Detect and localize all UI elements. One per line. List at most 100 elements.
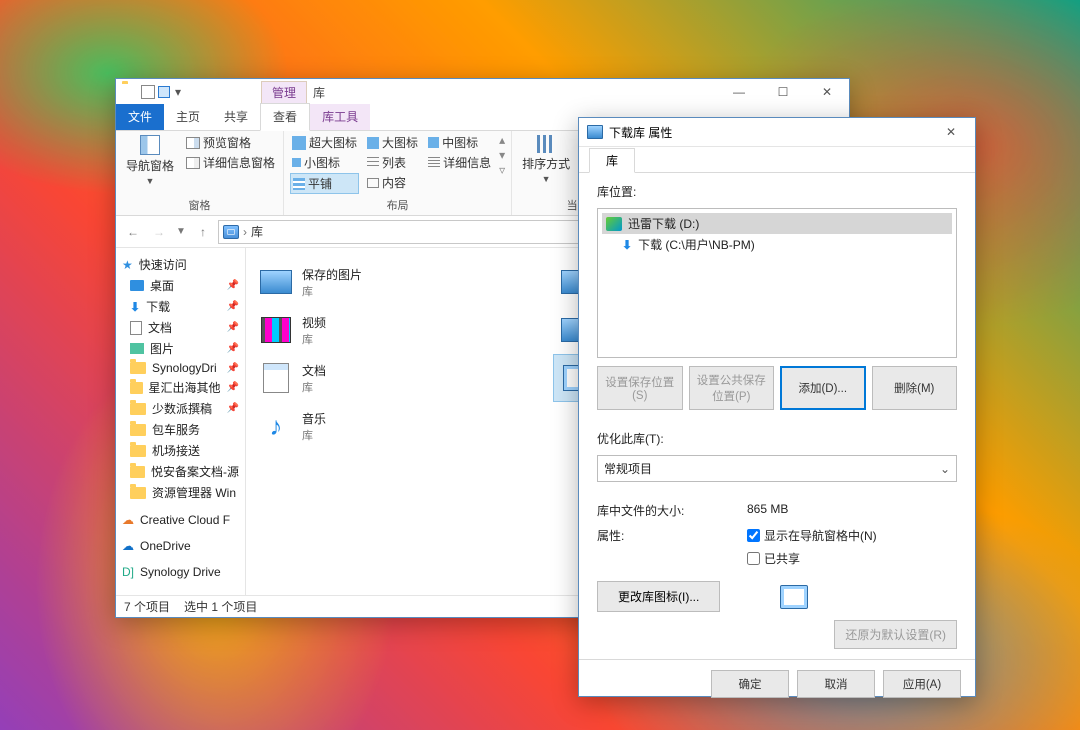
folder-icon xyxy=(130,382,143,394)
set-public-save-button[interactable]: 设置公共保存位置(P) xyxy=(689,366,775,410)
tab-file[interactable]: 文件 xyxy=(116,104,164,130)
cancel-button[interactable]: 取消 xyxy=(797,670,875,698)
sidebar-quick-access[interactable]: ★快速访问 xyxy=(116,254,245,275)
dialog-close-button[interactable]: ✕ xyxy=(933,118,969,146)
titlebar[interactable]: ▾ 管理 库 ― ☐ ✕ xyxy=(116,79,849,105)
current-library-icon xyxy=(780,585,808,609)
sidebar-item-desktop[interactable]: 桌面📌 xyxy=(116,275,245,296)
sidebar-item-folder[interactable]: 资源管理器 Win xyxy=(116,482,245,503)
music-library-icon: ♪ xyxy=(270,411,283,442)
maximize-button[interactable]: ☐ xyxy=(761,79,805,105)
tiles-icon xyxy=(293,178,305,190)
sidebar-synology-drive[interactable]: D]Synology Drive xyxy=(116,563,245,581)
qat-checkbox-icon[interactable] xyxy=(158,86,170,98)
layout-small[interactable]: 小图标 xyxy=(290,153,359,172)
scroll-down-icon[interactable]: ▾ xyxy=(499,148,505,162)
tab-library-tools[interactable]: 库工具 xyxy=(310,104,370,130)
libraries-icon xyxy=(223,225,239,239)
sidebar-item-downloads[interactable]: ⬇下载📌 xyxy=(116,296,245,317)
optimize-select[interactable]: 常规项目 ⌄ xyxy=(597,455,957,482)
show-in-nav-checkbox[interactable]: 显示在导航窗格中(N) xyxy=(747,527,877,544)
minimize-button[interactable]: ― xyxy=(717,79,761,105)
location-item[interactable]: ⬇ 下载 (C:\用户\NB-PM) xyxy=(602,234,952,255)
sidebar-item-folder[interactable]: 包车服务 xyxy=(116,419,245,440)
sidebar-item-synology[interactable]: SynologyDri📌 xyxy=(116,359,245,377)
folder-icon xyxy=(130,362,146,374)
qat-newfolder-icon[interactable] xyxy=(141,85,155,99)
pin-icon: 📌 xyxy=(227,322,239,333)
download-icon: ⬇ xyxy=(130,300,140,314)
list-icon xyxy=(367,157,379,169)
layout-extralarge[interactable]: 超大图标 xyxy=(290,133,359,152)
folder-icon xyxy=(130,487,146,499)
restore-defaults-button[interactable]: 还原为默认设置(R) xyxy=(834,620,957,649)
sidebar-item-folder[interactable]: 机场接送 xyxy=(116,440,245,461)
scroll-up-icon[interactable]: ▴ xyxy=(499,133,505,147)
sort-icon xyxy=(537,135,555,153)
dialog-titlebar[interactable]: 下载库 属性 ✕ xyxy=(579,118,975,147)
nav-pane-button[interactable]: 导航窗格 ▼ xyxy=(122,133,178,188)
details-pane-button[interactable]: 详细信息窗格 xyxy=(184,153,277,172)
cloud-icon: ☁ xyxy=(122,513,134,527)
locations-listbox[interactable]: 迅雷下载 (D:) ⬇ 下载 (C:\用户\NB-PM) xyxy=(597,208,957,358)
add-location-button[interactable]: 添加(D)... xyxy=(780,366,866,410)
sidebar-item-documents[interactable]: 文档📌 xyxy=(116,317,245,338)
dialog-body: 库位置: 迅雷下载 (D:) ⬇ 下载 (C:\用户\NB-PM) 设置保存位置… xyxy=(579,173,975,659)
ok-button[interactable]: 确定 xyxy=(711,670,789,698)
layout-list[interactable]: 列表 xyxy=(365,153,420,172)
dialog-tabs: 库 xyxy=(579,147,975,173)
library-item[interactable]: 视频库 xyxy=(252,306,543,354)
sidebar-onedrive[interactable]: ☁OneDrive xyxy=(116,537,245,555)
tab-share[interactable]: 共享 xyxy=(212,104,260,130)
set-save-location-button[interactable]: 设置保存位置(S) xyxy=(597,366,683,410)
forward-button[interactable]: → xyxy=(148,221,170,243)
video-library-icon xyxy=(261,317,291,343)
change-icon-button[interactable]: 更改库图标(I)... xyxy=(597,581,720,612)
extralarge-icon xyxy=(292,136,306,150)
preview-pane-icon xyxy=(186,137,200,149)
ribbon-group-panes: 导航窗格 ▼ 预览窗格 详细信息窗格 窗格 xyxy=(116,131,284,215)
back-button[interactable]: ← xyxy=(122,221,144,243)
icon-row: 更改库图标(I)... xyxy=(597,581,957,612)
dropdown-icon: ▼ xyxy=(146,176,155,186)
folder-icon xyxy=(130,424,146,436)
apply-button[interactable]: 应用(A) xyxy=(883,670,961,698)
breadcrumb-item[interactable]: 库 xyxy=(251,223,263,240)
dialog-tab-library[interactable]: 库 xyxy=(589,148,635,173)
nav-sidebar[interactable]: ★快速访问 桌面📌 ⬇下载📌 文档📌 图片📌 SynologyDri📌 星汇出海… xyxy=(116,248,246,595)
sidebar-creative-cloud[interactable]: ☁Creative Cloud F xyxy=(116,511,245,529)
chevron-icon[interactable]: › xyxy=(243,225,247,239)
explorer-icon xyxy=(122,84,138,100)
sidebar-item-pictures[interactable]: 图片📌 xyxy=(116,338,245,359)
layout-details[interactable]: 详细信息 xyxy=(426,153,493,172)
sort-button[interactable]: 排序方式 ▼ xyxy=(518,133,574,186)
remove-location-button[interactable]: 删除(M) xyxy=(872,366,958,410)
library-properties-dialog: 下载库 属性 ✕ 库 库位置: 迅雷下载 (D:) ⬇ 下载 (C:\用户\NB… xyxy=(578,117,976,697)
expand-icon[interactable]: ▿ xyxy=(499,163,505,177)
qat-dropdown[interactable]: ▾ xyxy=(175,85,181,99)
sidebar-item-folder[interactable]: 星汇出海其他📌 xyxy=(116,377,245,398)
library-item[interactable]: ♪音乐库 xyxy=(252,402,543,450)
sidebar-item-folder[interactable]: 悦安备案文档-源 xyxy=(116,461,245,482)
preview-pane-button[interactable]: 预览窗格 xyxy=(184,133,277,152)
recent-dropdown[interactable]: ▼ xyxy=(174,221,188,243)
tab-home[interactable]: 主页 xyxy=(164,104,212,130)
shared-checkbox[interactable]: 已共享 xyxy=(747,550,877,567)
large-icon xyxy=(367,137,379,149)
locations-label: 库位置: xyxy=(597,183,957,200)
library-item[interactable]: 文档库 xyxy=(252,354,543,402)
layout-content[interactable]: 内容 xyxy=(365,173,420,192)
layout-medium[interactable]: 中图标 xyxy=(426,133,493,152)
content-icon xyxy=(367,178,379,188)
layout-large[interactable]: 大图标 xyxy=(365,133,420,152)
folder-icon xyxy=(130,403,146,415)
tab-view[interactable]: 查看 xyxy=(260,103,310,131)
size-value: 865 MB xyxy=(747,502,788,519)
dropdown-icon: ▼ xyxy=(542,174,551,184)
library-item[interactable]: 保存的图片库 xyxy=(252,258,543,306)
up-button[interactable]: ↑ xyxy=(192,221,214,243)
sidebar-item-folder[interactable]: 少数派撰稿📌 xyxy=(116,398,245,419)
close-button[interactable]: ✕ xyxy=(805,79,849,105)
location-item[interactable]: 迅雷下载 (D:) xyxy=(602,213,952,234)
layout-tiles[interactable]: 平铺 xyxy=(290,173,359,194)
